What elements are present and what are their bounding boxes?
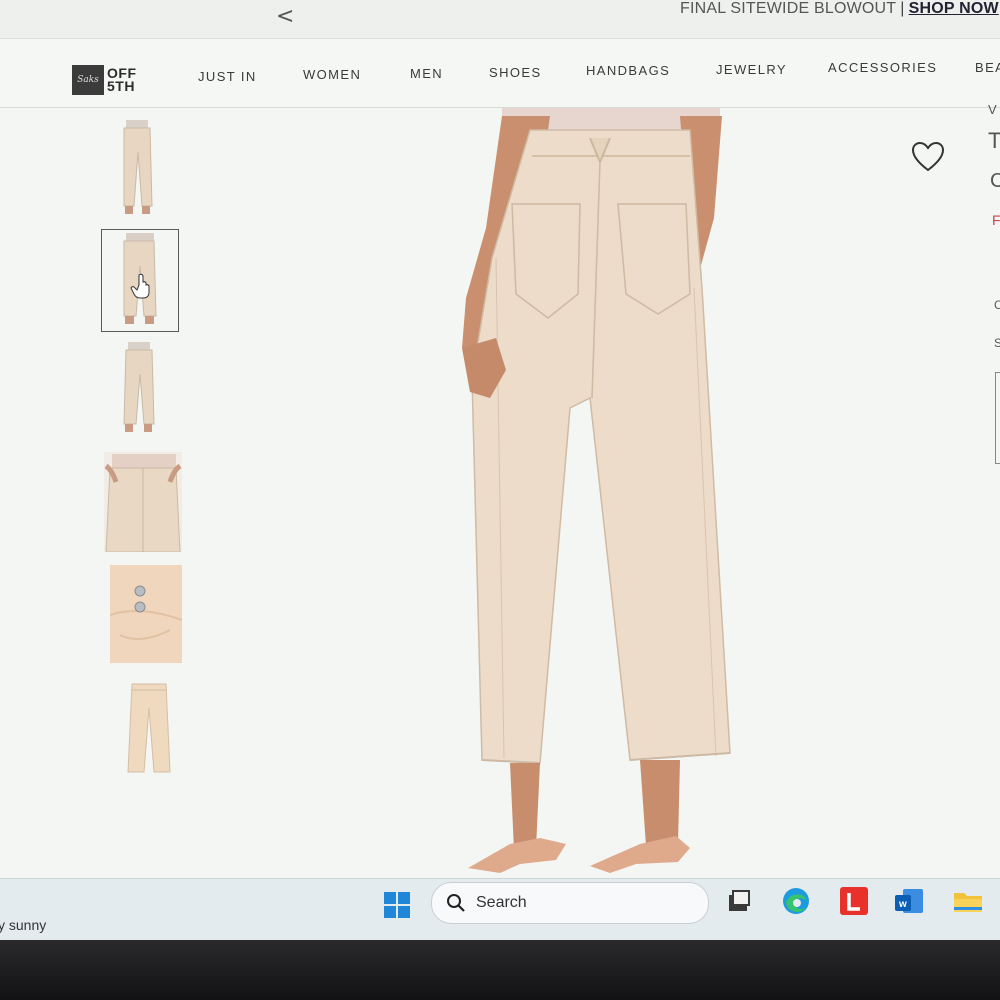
product-color-fragment: C: [994, 298, 1000, 312]
product-brand-fragment: V: [988, 102, 997, 117]
thumbnail-flat-product[interactable]: [124, 678, 174, 774]
weather-widget[interactable]: y sunny: [0, 917, 46, 933]
shop-now-link[interactable]: SHOP NOW: [909, 0, 999, 17]
thumbnail-front-full[interactable]: [112, 118, 164, 218]
monitor-bezel: [0, 940, 1000, 1000]
main-product-image[interactable]: [440, 108, 760, 873]
thumbnail-waist-closeup[interactable]: [104, 452, 182, 552]
product-rating-fragment: C: [990, 170, 1000, 192]
browser-viewport: < FINAL SITEWIDE BLOWOUT | SHOP NOW Saks O…: [0, 0, 1000, 940]
search-label: Search: [476, 894, 527, 911]
size-selector-fragment[interactable]: [995, 372, 1000, 464]
l-app-icon[interactable]: [838, 885, 870, 917]
thumbnail-back-full[interactable]: [101, 229, 179, 332]
outlook-icon[interactable]: w: [893, 885, 925, 917]
back-chevron-icon[interactable]: <: [276, 4, 294, 29]
thumbnail-side-full[interactable]: [116, 340, 162, 438]
file-explorer-icon[interactable]: [952, 885, 984, 917]
logo-wordmark: OFF 5TH: [107, 66, 137, 94]
promo-bar: < FINAL SITEWIDE BLOWOUT | SHOP NOW: [0, 0, 1000, 39]
nav-men[interactable]: MEN: [410, 66, 443, 81]
task-view-icon[interactable]: [723, 885, 755, 917]
nav-handbags[interactable]: HANDBAGS: [586, 63, 670, 78]
product-title-fragment: T: [988, 128, 1000, 153]
nav-beauty[interactable]: BEA: [975, 60, 1000, 75]
site-header: Saks OFF 5TH JUST IN WOMEN MEN SHOES HAN…: [0, 39, 1000, 108]
product-size-fragment: S: [994, 336, 1000, 350]
search-icon: [447, 894, 465, 912]
nav-accessories[interactable]: ACCESSORIES: [828, 60, 937, 75]
edge-browser-icon[interactable]: [780, 885, 812, 917]
promo-separator: |: [900, 0, 905, 17]
saks-off-5th-logo[interactable]: Saks OFF 5TH: [72, 63, 142, 97]
logo-badge: Saks: [72, 65, 104, 95]
windows-start-icon[interactable]: [383, 891, 411, 919]
nav-just-in[interactable]: JUST IN: [198, 69, 257, 84]
thumbnail-button-detail[interactable]: [110, 565, 182, 663]
windows-taskbar: y sunny Search w: [0, 878, 1000, 940]
promo-message: FINAL SITEWIDE BLOWOUT: [680, 0, 897, 17]
product-price-fragment: F: [992, 212, 1000, 228]
logo-line-2: 5TH: [107, 78, 135, 94]
nav-women[interactable]: WOMEN: [303, 67, 361, 82]
svg-text:w: w: [898, 899, 907, 910]
promo-banner: FINAL SITEWIDE BLOWOUT | SHOP NOW: [680, 0, 999, 18]
nav-shoes[interactable]: SHOES: [489, 65, 542, 80]
taskbar-search-box[interactable]: Search: [431, 882, 709, 924]
nav-jewelry[interactable]: JEWELRY: [716, 62, 787, 77]
heart-icon[interactable]: [910, 140, 946, 174]
